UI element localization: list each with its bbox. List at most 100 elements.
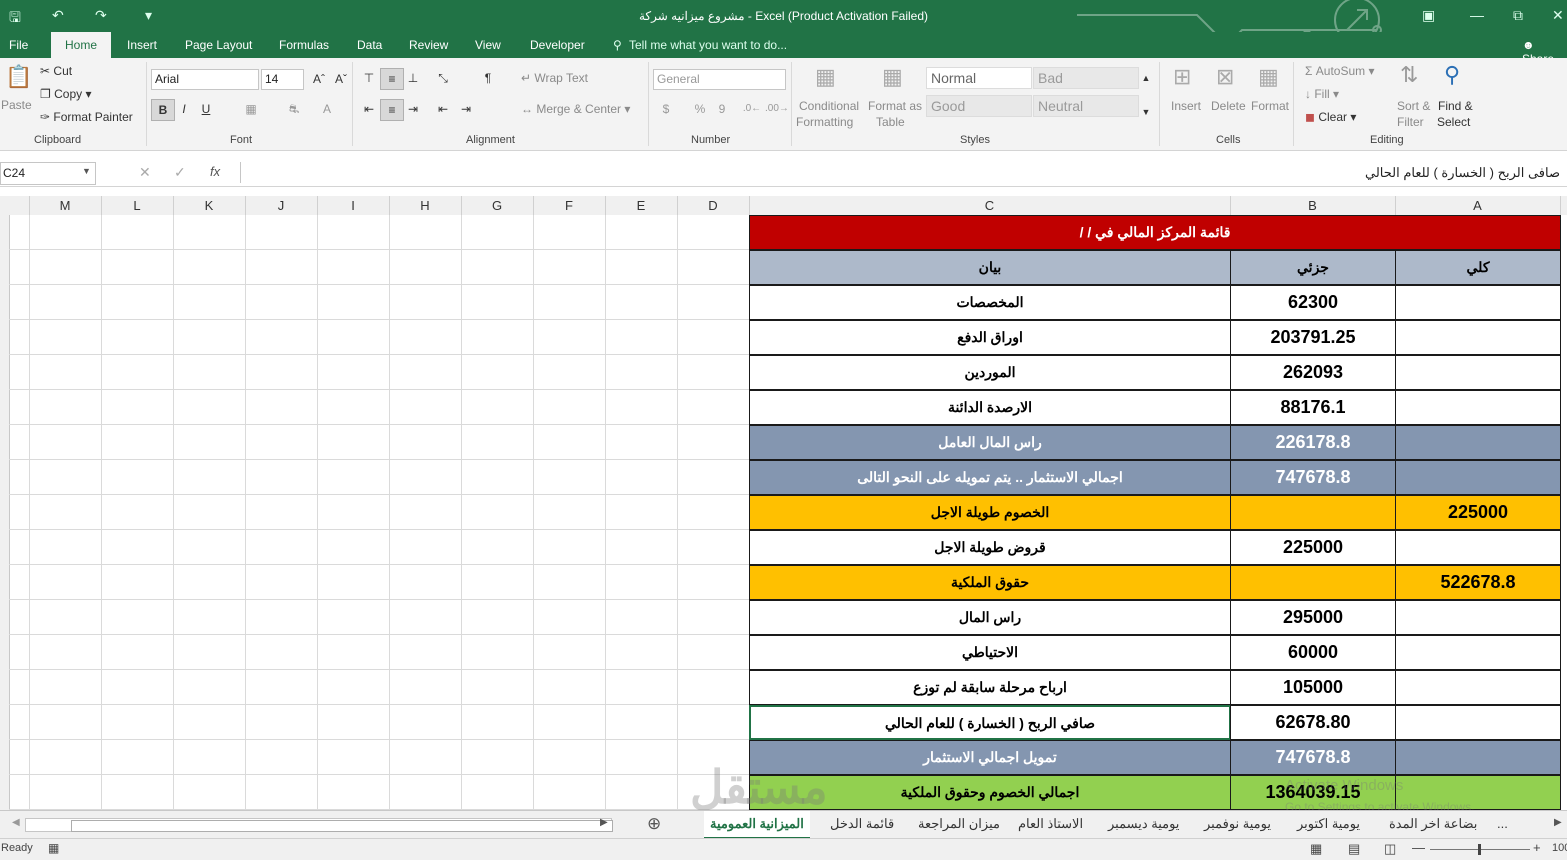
autosum-button[interactable]: Σ AutoSum ▾	[1305, 64, 1374, 78]
sheet-tab-1[interactable]: قائمة الدخل	[830, 816, 894, 832]
next-sheet-icon[interactable]: ▶	[1554, 817, 1562, 828]
copy-button[interactable]: ❐ Copy ▾	[40, 87, 92, 101]
column-header-d[interactable]: D	[677, 196, 750, 215]
ribbon-display-icon[interactable]: ▣	[1422, 7, 1435, 24]
scroll-left-icon[interactable]: ◀	[12, 817, 20, 828]
tab-review[interactable]: Review	[409, 38, 448, 52]
align-right-icon[interactable]: ⇥	[402, 99, 424, 119]
chevron-down-icon[interactable]: ▼	[82, 166, 91, 176]
row-partial-value[interactable]	[1230, 565, 1396, 600]
column-header-e[interactable]: E	[605, 196, 678, 215]
cut-button[interactable]: ✂ Cut	[40, 64, 72, 78]
header-description[interactable]: بيان	[749, 250, 1231, 285]
clear-button[interactable]: ◼ Clear ▾	[1305, 110, 1356, 124]
align-middle-icon[interactable]: ≡	[380, 68, 404, 90]
scrollbar-thumb[interactable]	[71, 820, 613, 832]
column-header-j[interactable]: J	[245, 196, 318, 215]
column-header-k[interactable]: K	[173, 196, 246, 215]
tab-home[interactable]: Home	[51, 32, 112, 58]
select-all-corner[interactable]	[0, 196, 30, 215]
zoom-level[interactable]: 100	[1552, 842, 1567, 854]
row-partial-value[interactable]: 62678.80	[1230, 705, 1396, 740]
column-header-m[interactable]: M	[29, 196, 102, 215]
row-total-value[interactable]	[1395, 285, 1561, 320]
page-break-view-icon[interactable]: ◫	[1384, 841, 1396, 857]
column-header-g[interactable]: G	[461, 196, 534, 215]
row-description[interactable]: المخصصات	[749, 285, 1231, 320]
new-sheet-button[interactable]: ⊕	[647, 814, 661, 834]
percent-button[interactable]: %	[689, 99, 711, 119]
currency-button[interactable]: $	[655, 99, 677, 119]
sheet-tab-4[interactable]: يومية ديسمبر	[1108, 816, 1179, 832]
row-total-value[interactable]	[1395, 390, 1561, 425]
font-name-dropdown[interactable]: Arial	[151, 69, 259, 90]
style-good[interactable]: Good	[926, 95, 1032, 117]
conditional-formatting-button[interactable]: Conditional	[799, 99, 859, 113]
header-partial[interactable]: جزئي	[1230, 250, 1396, 285]
font-size-dropdown[interactable]: 14	[261, 69, 304, 90]
row-total-value[interactable]: 225000	[1395, 495, 1561, 530]
fill-color-icon[interactable]: ⛐	[283, 99, 305, 119]
row-total-value[interactable]	[1395, 740, 1561, 775]
horizontal-scrollbar[interactable]	[25, 818, 613, 832]
merge-center-button[interactable]: ↔ Merge & Center ▾	[521, 102, 630, 116]
paste-button[interactable]: Paste	[1, 98, 32, 112]
sheet-tab-2[interactable]: ميزان المراجعة	[918, 816, 1000, 832]
row-total-value[interactable]	[1395, 635, 1561, 670]
insert-cells-button[interactable]: Insert	[1171, 99, 1201, 113]
row-partial-value[interactable]: 747678.8	[1230, 740, 1396, 775]
row-partial-value[interactable]: 262093	[1230, 355, 1396, 390]
row-partial-value[interactable]: 295000	[1230, 600, 1396, 635]
tab-data[interactable]: Data	[357, 38, 382, 52]
row-total-value[interactable]	[1395, 600, 1561, 635]
page-layout-view-icon[interactable]: ▤	[1348, 841, 1360, 857]
format-cells-button[interactable]: Format	[1251, 99, 1289, 113]
bold-button[interactable]: B	[151, 99, 175, 121]
row-description[interactable]: الاحتياطي	[749, 635, 1231, 670]
restore-icon[interactable]: ⧉	[1513, 7, 1523, 24]
row-partial-value[interactable]: 747678.8	[1230, 460, 1396, 495]
find-select-button[interactable]: Find &	[1438, 99, 1473, 113]
decrease-decimal-icon[interactable]: .00→	[765, 99, 789, 119]
scroll-right-icon[interactable]: ▶	[600, 817, 608, 828]
style-neutral[interactable]: Neutral	[1033, 95, 1139, 117]
column-header-b[interactable]: B	[1230, 196, 1396, 215]
borders-icon[interactable]: ▦	[240, 99, 262, 119]
sheet-tab-6[interactable]: يومية اكتوبر	[1297, 816, 1360, 832]
tab-view[interactable]: View	[475, 38, 501, 52]
row-partial-value[interactable]: 225000	[1230, 530, 1396, 565]
tell-me-search[interactable]: Tell me what you want to do...	[629, 38, 787, 52]
normal-view-icon[interactable]: ▦	[1310, 841, 1322, 857]
tab-developer[interactable]: Developer	[530, 38, 585, 52]
sheet-tab-3[interactable]: الاستاذ العام	[1018, 816, 1083, 832]
row-partial-value[interactable]: 105000	[1230, 670, 1396, 705]
row-total-value[interactable]	[1395, 460, 1561, 495]
align-top-icon[interactable]: ⊤	[358, 68, 380, 88]
align-left-icon[interactable]: ⇤	[358, 99, 380, 119]
column-header-h[interactable]: H	[389, 196, 462, 215]
more-sheets-button[interactable]: ...	[1497, 816, 1508, 831]
row-total-value[interactable]	[1395, 320, 1561, 355]
row-description[interactable]: راس المال العامل	[749, 425, 1231, 460]
tab-page-layout[interactable]: Page Layout	[185, 38, 252, 52]
delete-cells-button[interactable]: Delete	[1211, 99, 1246, 113]
row-partial-value[interactable]: 226178.8	[1230, 425, 1396, 460]
column-header-f[interactable]: F	[533, 196, 606, 215]
shrink-font-icon[interactable]: Aˇ	[330, 69, 352, 89]
column-header-a[interactable]: A	[1395, 196, 1561, 215]
row-partial-value[interactable]: 62300	[1230, 285, 1396, 320]
styles-scroll-icon[interactable]: ▲	[1140, 68, 1152, 88]
column-header-i[interactable]: I	[317, 196, 390, 215]
zoom-out-icon[interactable]: —	[1412, 840, 1425, 855]
sort-filter-button[interactable]: Sort &	[1397, 99, 1430, 113]
italic-button[interactable]: I	[173, 99, 195, 119]
table-title[interactable]: قائمة المركز المالي في / /	[749, 215, 1561, 250]
row-description[interactable]: الارصدة الدائنة	[749, 390, 1231, 425]
increase-indent-icon[interactable]: ⇥	[455, 99, 477, 119]
column-header-c[interactable]: C	[749, 196, 1231, 215]
underline-button[interactable]: U	[195, 99, 217, 119]
row-description[interactable]: صافي الربح ( الخسارة ) للعام الحالي	[749, 705, 1231, 740]
row-description[interactable]: الخصوم طويلة الاجل	[749, 495, 1231, 530]
style-normal[interactable]: Normal	[926, 67, 1032, 89]
row-total-value[interactable]	[1395, 705, 1561, 740]
